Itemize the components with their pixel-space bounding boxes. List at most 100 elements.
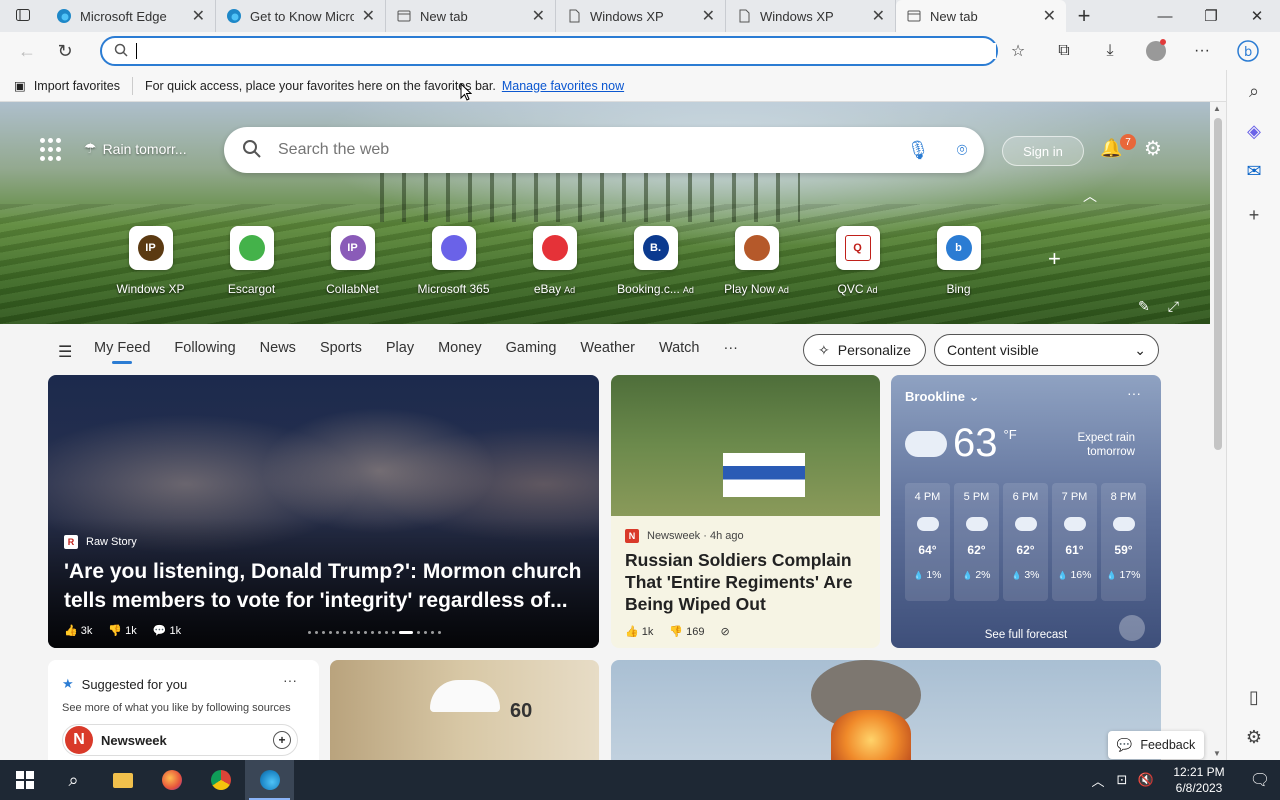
close-icon[interactable]: ✕ — [1043, 6, 1056, 26]
search-icon[interactable]: ⌕ — [1227, 74, 1280, 108]
vertical-scrollbar[interactable]: ▲ ▼ — [1210, 102, 1226, 760]
quick-link-2[interactable]: IP CollabNet — [302, 226, 403, 296]
quick-link-6[interactable]: Play Now Ad — [706, 226, 807, 296]
address-bar[interactable] — [100, 36, 998, 66]
scroll-down-icon[interactable]: ▼ — [1213, 749, 1221, 758]
close-icon[interactable]: ✕ — [532, 6, 545, 26]
microphone-icon[interactable]: 🎙 — [896, 140, 940, 161]
quick-link-0[interactable]: IP Windows XP — [100, 226, 201, 296]
manage-favorites-link[interactable]: Manage favorites now — [502, 79, 624, 93]
sidebar-toggle-icon[interactable]: ▯ — [1227, 680, 1280, 714]
tab-following[interactable]: Following — [174, 340, 235, 356]
tab-money[interactable]: Money — [438, 340, 482, 356]
file-explorer-icon[interactable] — [98, 760, 147, 800]
bing-chat-icon[interactable]: b — [1226, 34, 1270, 68]
hour-forecast[interactable]: 5 PM 62° 💧 2% — [954, 483, 999, 601]
outlook-icon[interactable]: ✉ — [1227, 154, 1280, 188]
back-icon[interactable]: ← — [10, 34, 44, 68]
more-icon[interactable]: ··· — [1180, 34, 1224, 68]
see-full-forecast-link[interactable]: See full forecast — [891, 629, 1161, 641]
explosion-story-card[interactable] — [611, 660, 1161, 760]
main-story-card[interactable]: R Raw Story 'Are you listening, Donald T… — [48, 375, 599, 648]
forecast-summary[interactable]: Expect rain tomorrow — [1077, 431, 1135, 459]
tab-3[interactable]: Windows XP ✕ — [556, 0, 726, 32]
expand-icon[interactable]: ⤢ — [1168, 298, 1179, 315]
app-launcher-icon[interactable] — [40, 138, 64, 162]
tab-gaming[interactable]: Gaming — [506, 340, 557, 356]
personalize-button[interactable]: ✧ Personalize — [803, 334, 926, 366]
scroll-up-icon[interactable]: ▲ — [1213, 104, 1221, 113]
web-search-box[interactable]: 🎙 ⌾ — [224, 127, 984, 173]
tab-play[interactable]: Play — [386, 340, 414, 356]
microsoft-365-icon[interactable]: ◈ — [1227, 114, 1280, 148]
tab-weather[interactable]: Weather — [580, 340, 635, 356]
scrollbar-thumb[interactable] — [1214, 118, 1222, 450]
hamburger-menu-icon[interactable]: ☰ — [58, 342, 72, 362]
close-window-icon[interactable]: ✕ — [1234, 0, 1280, 32]
suggested-source-row[interactable]: N Newsweek + — [62, 724, 298, 756]
tab-4[interactable]: Windows XP ✕ — [726, 0, 896, 32]
chrome-icon[interactable] — [196, 760, 245, 800]
news-story-card[interactable]: N Newsweek · 4h ago Russian Soldiers Com… — [611, 375, 880, 648]
sign-in-button[interactable]: Sign in — [1002, 136, 1084, 166]
hour-forecast[interactable]: 6 PM 62° 💧 3% — [1003, 483, 1048, 601]
hour-forecast[interactable]: 8 PM 59° 💧 17% — [1101, 483, 1146, 601]
feedback-button[interactable]: 💬 Feedback — [1108, 731, 1204, 759]
tab-2[interactable]: New tab ✕ — [386, 0, 556, 32]
quick-link-8[interactable]: b Bing — [908, 226, 1009, 296]
weather-card[interactable]: Brookline ⌄ ··· 63 °F Expect rain tomorr… — [891, 375, 1161, 648]
content-visible-dropdown[interactable]: Content visible ⌄ — [934, 334, 1159, 366]
refresh-icon[interactable]: ↻ — [48, 34, 82, 68]
web-search-input[interactable] — [278, 141, 896, 159]
add-quick-link-icon[interactable]: + — [1048, 246, 1061, 272]
restore-icon[interactable]: ❐ — [1188, 0, 1234, 32]
comment-button[interactable]: 💬 1k — [153, 624, 181, 637]
edit-background-icon[interactable]: ✎ — [1138, 298, 1150, 315]
new-tab-button[interactable]: + — [1066, 0, 1102, 32]
edge-taskbar-icon[interactable] — [245, 760, 294, 800]
tab-watch[interactable]: Watch — [659, 340, 700, 356]
dislike-button[interactable]: 👎 1k — [108, 624, 136, 637]
profile-button[interactable] — [1134, 34, 1178, 68]
start-button[interactable] — [0, 760, 49, 800]
close-icon[interactable]: ✕ — [192, 6, 205, 26]
network-icon[interactable]: ⊡ — [1110, 772, 1134, 788]
tab-sports[interactable]: Sports — [320, 340, 362, 356]
downloads-icon[interactable]: ⤓ — [1088, 34, 1132, 68]
tab-actions-button[interactable] — [0, 0, 46, 32]
story-headline[interactable]: 'Are you listening, Donald Trump?': Morm… — [64, 557, 584, 615]
volume-muted-icon[interactable]: 🔇 — [1134, 772, 1158, 788]
search-icon[interactable]: ⌕ — [49, 760, 98, 800]
notifications-icon[interactable]: 🗨 — [1240, 770, 1280, 790]
collapse-chevron-icon[interactable]: ︿ — [1083, 186, 1097, 206]
address-input[interactable] — [147, 43, 996, 59]
hour-forecast[interactable]: 4 PM 64° 💧 1% — [905, 483, 950, 601]
quick-link-3[interactable]: Microsoft 365 — [403, 226, 504, 296]
minimize-icon[interactable]: — — [1142, 0, 1188, 32]
more-options-icon[interactable]: ··· — [1127, 385, 1141, 401]
comment-off-icon[interactable]: ⊘ — [721, 625, 730, 638]
clock[interactable]: 12:21 PM 6/8/2023 — [1164, 764, 1234, 796]
chevron-up-icon[interactable]: ︿ — [1086, 771, 1110, 790]
close-icon[interactable]: ✕ — [362, 6, 375, 26]
visual-search-icon[interactable]: ⌾ — [940, 140, 984, 161]
tab-1[interactable]: Get to Know Microsoft Edge ✕ — [216, 0, 386, 32]
feed-more-icon[interactable]: ··· — [724, 340, 739, 356]
collections-icon[interactable]: ⧉ — [1042, 34, 1086, 68]
favorites-icon[interactable]: ☆ — [996, 34, 1040, 68]
product-story-card[interactable]: 60 — [330, 660, 599, 760]
firefox-icon[interactable] — [147, 760, 196, 800]
import-favorites-button[interactable]: Import favorites — [34, 79, 120, 93]
quick-link-4[interactable]: eBay Ad — [504, 226, 605, 296]
quick-link-7[interactable]: Q QVC Ad — [807, 226, 908, 296]
page-settings-icon[interactable]: ⚙ — [1144, 136, 1162, 161]
sidebar-settings-icon[interactable]: ⚙ — [1227, 720, 1280, 754]
carousel-dots[interactable] — [308, 631, 441, 634]
story-headline[interactable]: Russian Soldiers Complain That 'Entire R… — [625, 549, 870, 615]
follow-icon[interactable]: + — [273, 731, 291, 749]
quick-link-1[interactable]: Escargot — [201, 226, 302, 296]
weather-pill[interactable]: ☂ Rain tomorr... — [84, 140, 187, 157]
tab-my-feed[interactable]: My Feed — [94, 340, 150, 364]
tab-news[interactable]: News — [260, 340, 296, 356]
dislike-button[interactable]: 👎 169 — [669, 625, 704, 638]
